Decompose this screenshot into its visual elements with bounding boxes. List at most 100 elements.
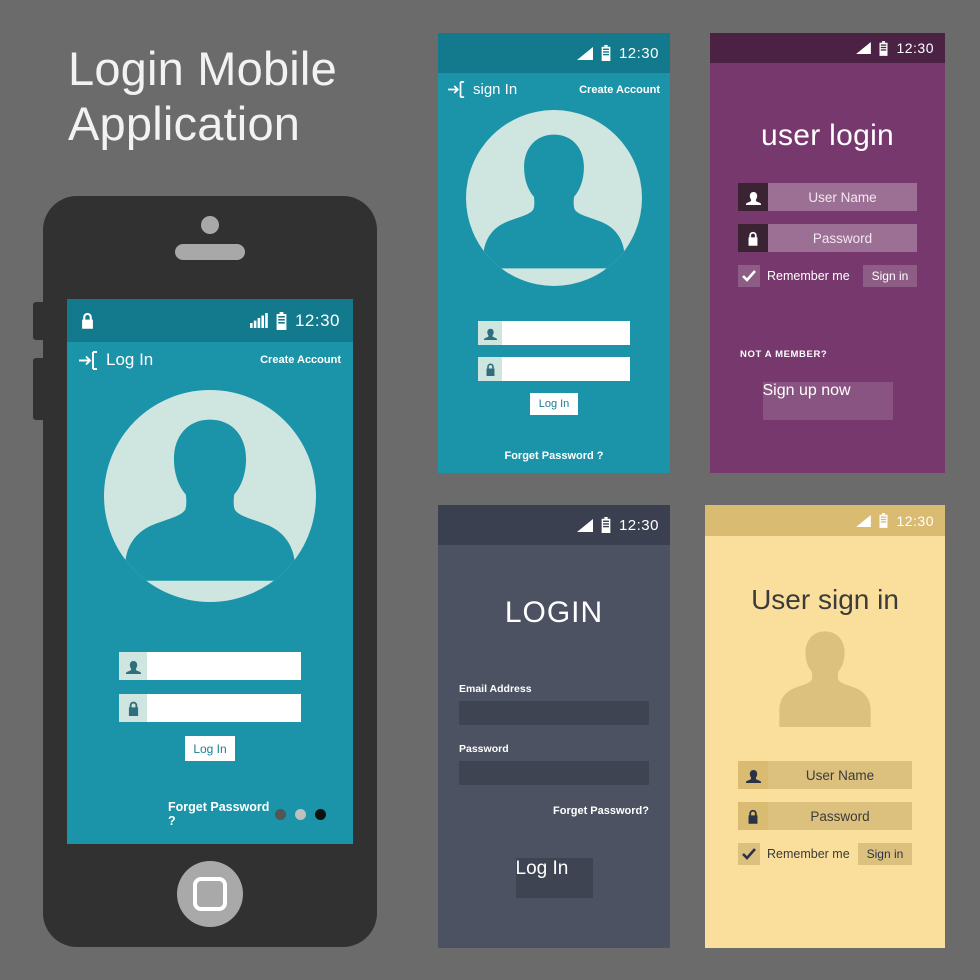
status-bar: 12:30 (710, 33, 945, 63)
forget-password-link[interactable]: Forget Password? (438, 805, 670, 817)
page-title-line2: Application (68, 96, 301, 150)
page-dot-3[interactable] (315, 808, 326, 820)
status-bar-time: 12:30 (294, 310, 340, 330)
status-bar-time: 12:30 (896, 40, 934, 56)
remember-me-checkbox[interactable] (738, 265, 760, 287)
forget-password-link[interactable]: Forget Password ? (438, 450, 670, 462)
phone-device-mockup: 12:30 Log In Create Account Log In Forge… (33, 196, 377, 947)
status-icons: 12:30 (249, 310, 340, 331)
screen-sign-in-teal: 12:30 sign In Create Account Log In Forg… (438, 33, 670, 473)
username-field[interactable] (119, 652, 301, 680)
battery-icon (879, 513, 888, 528)
status-bar: 12:30 (438, 505, 670, 545)
login-button[interactable]: Log In (185, 736, 235, 761)
app-bar: Log In Create Account (67, 342, 353, 378)
remember-me-label: Remember me (767, 847, 850, 861)
login-arrow-icon[interactable] (448, 81, 465, 98)
login-arrow-icon[interactable] (79, 350, 98, 370)
home-button[interactable] (177, 861, 243, 927)
user-avatar-icon (770, 627, 880, 727)
sign-in-button[interactable]: Sign in (863, 265, 917, 287)
username-field[interactable] (478, 321, 630, 345)
remember-me-label: Remember me (767, 269, 850, 283)
phone-side-button-power[interactable] (33, 358, 44, 420)
home-square-icon (193, 877, 227, 911)
lock-icon (478, 357, 502, 381)
username-input[interactable]: User Name (768, 183, 917, 211)
remember-me-checkbox[interactable] (738, 843, 760, 865)
username-input[interactable]: User Name (768, 761, 912, 789)
app-bar: sign In Create Account (438, 73, 670, 106)
avatar (705, 627, 945, 727)
user-icon (738, 761, 768, 789)
login-button[interactable]: Log In (515, 858, 593, 898)
user-icon (738, 183, 768, 211)
signal-bars-icon (856, 514, 872, 527)
screen-login-teal: 12:30 Log In Create Account Log In Forge… (67, 299, 353, 844)
page-title-line1: Login Mobile (68, 42, 337, 95)
battery-icon (276, 311, 287, 330)
status-icons: 12:30 (856, 40, 934, 56)
screen-user-login-purple: 12:30 user login User Name Password Reme… (710, 33, 945, 473)
signal-bars-icon (576, 46, 593, 60)
password-input[interactable]: Password (768, 802, 912, 830)
login-form: Email Address Password (438, 683, 670, 785)
appbar-title: Log In (106, 350, 154, 369)
not-a-member-label: NOT A MEMBER? (740, 349, 828, 360)
page-title: Login Mobile Application (68, 42, 398, 152)
login-form: User Name Password (710, 183, 945, 252)
user-avatar-icon (466, 110, 642, 286)
create-account-link[interactable]: Create Account (579, 84, 660, 96)
password-field[interactable] (478, 357, 630, 381)
user-icon (119, 652, 147, 680)
battery-icon (601, 45, 611, 61)
page-indicator-dots[interactable] (275, 808, 326, 820)
lock-icon (738, 224, 768, 252)
avatar (67, 390, 353, 602)
battery-icon (879, 40, 888, 56)
email-field[interactable] (459, 701, 649, 725)
sign-in-button[interactable]: Sign in (858, 843, 912, 865)
status-icons: 12:30 (576, 44, 659, 62)
password-field[interactable] (119, 694, 301, 722)
status-bar-time: 12:30 (618, 44, 659, 62)
user-icon (478, 321, 502, 345)
login-form: Log In (67, 652, 353, 761)
status-bar: 12:30 (67, 299, 353, 342)
earpiece-speaker (175, 244, 245, 260)
password-field[interactable] (459, 761, 649, 785)
front-camera-icon (201, 216, 219, 234)
phone-screen: 12:30 Log In Create Account Log In Forge… (67, 299, 353, 844)
page-dot-2[interactable] (295, 808, 306, 820)
screen-user-sign-in-yellow: 12:30 User sign in User Name Password Re… (705, 505, 945, 948)
page-dot-1[interactable] (275, 808, 286, 820)
username-field[interactable]: User Name (738, 761, 912, 789)
avatar (438, 110, 670, 286)
username-field[interactable]: User Name (738, 183, 917, 211)
create-account-link[interactable]: Create Account (260, 354, 341, 366)
screen-login-dark: 12:30 LOGIN Email Address Password Forge… (438, 505, 670, 948)
signal-bars-icon (576, 518, 593, 532)
sign-up-button[interactable]: Sign up now (762, 382, 893, 420)
password-input[interactable] (147, 694, 301, 722)
forget-password-link[interactable]: Forget Password ? (168, 800, 275, 828)
status-icons: 12:30 (576, 517, 659, 534)
signal-bars-icon (249, 313, 268, 328)
username-input[interactable] (502, 321, 630, 345)
email-label: Email Address (459, 683, 532, 695)
remember-me-row: Remember me Sign in (705, 843, 945, 865)
status-icons: 12:30 (856, 513, 934, 529)
password-label: Password (459, 743, 509, 755)
password-field[interactable]: Password (738, 224, 917, 252)
password-input[interactable]: Password (768, 224, 917, 252)
password-input[interactable] (502, 357, 630, 381)
status-bar-time: 12:30 (896, 512, 934, 529)
appbar-title-group: sign In (448, 81, 579, 98)
username-input[interactable] (147, 652, 301, 680)
screen-title: LOGIN (504, 596, 604, 629)
phone-side-button-volume[interactable] (33, 302, 44, 340)
lock-icon (80, 312, 95, 330)
remember-me-row: Remember me Sign in (710, 265, 945, 287)
login-button[interactable]: Log In (530, 393, 578, 415)
password-field[interactable]: Password (738, 802, 912, 830)
